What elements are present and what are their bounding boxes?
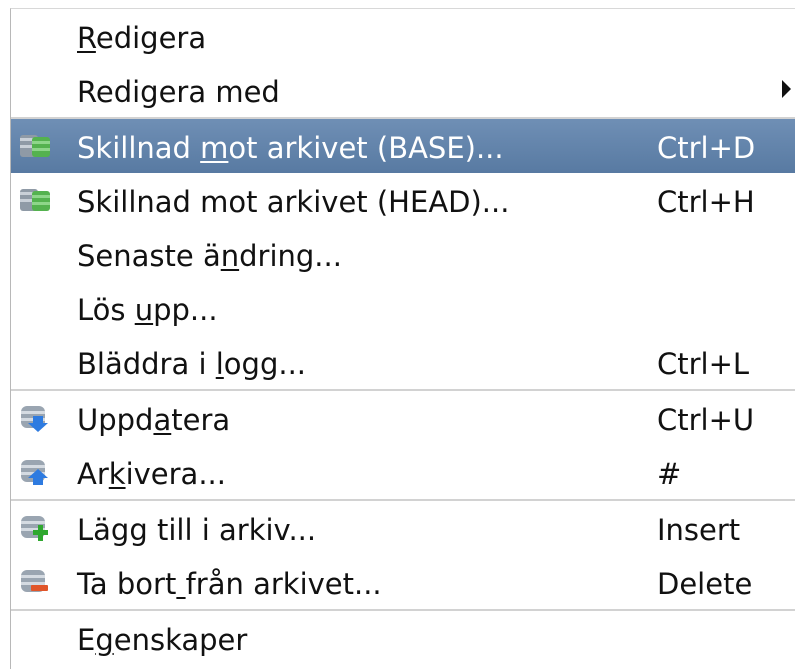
- shortcut-label: #: [657, 457, 682, 491]
- menu-item-diff-base[interactable]: Skillnad mot arkivet (BASE)... Ctrl+D: [11, 119, 795, 173]
- menu-item-label: Lägg till i arkiv...: [77, 513, 317, 547]
- diff-repository-icon: [20, 189, 50, 211]
- menu-item-bladdra-i-logg[interactable]: Bläddra i logg... Ctrl+L: [11, 335, 795, 389]
- context-menu: Redigera Redigera med Skillnad mot arkiv…: [10, 8, 795, 669]
- menu-item-label: Redigera med: [77, 75, 280, 109]
- menu-item-lagg-till-i-arkiv[interactable]: Lägg till i arkiv... Insert: [11, 501, 795, 555]
- diff-repository-icon: [20, 135, 50, 157]
- shortcut-label: Ctrl+D: [657, 131, 756, 165]
- menu-item-label: Lös upp...: [77, 293, 218, 327]
- shortcut-label: Ctrl+L: [657, 347, 750, 381]
- menu-item-label: Egenskaper: [77, 623, 248, 657]
- menu-item-uppdatera[interactable]: Uppdatera Ctrl+U: [11, 391, 795, 445]
- menu-item-label: Uppdatera: [77, 403, 231, 437]
- shortcut-label: Ctrl+U: [657, 403, 755, 437]
- menu-item-egenskaper[interactable]: Egenskaper: [11, 611, 795, 665]
- menu-item-senaste-andring[interactable]: Senaste ändring...: [11, 227, 795, 281]
- menu-item-redigera-med[interactable]: Redigera med: [11, 63, 795, 117]
- shortcut-label: Delete: [657, 567, 753, 601]
- menu-item-diff-head[interactable]: Skillnad mot arkivet (HEAD)... Ctrl+H: [11, 173, 795, 227]
- menu-item-redigera[interactable]: Redigera: [11, 9, 795, 63]
- menu-item-arkivera[interactable]: Arkivera... #: [11, 445, 795, 499]
- menu-item-label: Bläddra i logg...: [77, 347, 307, 381]
- menu-item-label: Arkivera...: [77, 457, 226, 491]
- update-icon: [21, 406, 48, 432]
- submenu-arrow-icon: [782, 80, 791, 98]
- add-to-repository-icon: [21, 516, 48, 541]
- menu-item-label: Senaste ändring...: [77, 239, 342, 273]
- shortcut-label: Insert: [657, 513, 741, 547]
- menu-item-label: Ta bort från arkivet...: [77, 567, 382, 601]
- menu-item-label: Skillnad mot arkivet (BASE)...: [77, 131, 504, 165]
- menu-item-ta-bort-fran-arkivet[interactable]: Ta bort från arkivet... Delete: [11, 555, 795, 609]
- menu-item-los-upp[interactable]: Lös upp...: [11, 281, 795, 335]
- commit-icon: [21, 460, 48, 485]
- shortcut-label: Ctrl+H: [657, 185, 755, 219]
- remove-from-repository-icon: [21, 570, 48, 592]
- menu-item-label: Redigera: [77, 21, 207, 55]
- menu-item-label: Skillnad mot arkivet (HEAD)...: [77, 185, 510, 219]
